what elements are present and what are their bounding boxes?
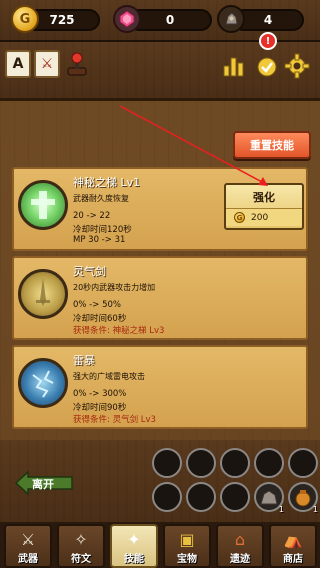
item-slot[interactable]: [254, 448, 284, 478]
tab-label: 商店: [283, 554, 303, 565]
item-count: 1: [278, 505, 284, 514]
tab-label: 技能: [124, 554, 144, 565]
tab-label: 宝物: [177, 554, 197, 565]
item-slot[interactable]: [220, 482, 250, 512]
item-slot[interactable]: [152, 448, 182, 478]
tab-weapon[interactable]: ⚔ 武器: [4, 524, 52, 568]
skill-icon: ✦: [127, 530, 141, 549]
leave-button[interactable]: 离开: [14, 470, 74, 496]
tab-label: 符文: [71, 554, 91, 565]
tab-treasure[interactable]: ▣ 宝物: [163, 524, 211, 568]
ruins-icon: ⌂: [234, 530, 246, 549]
tab-shop[interactable]: ⛺ 商店: [269, 524, 317, 568]
inventory-area: 离开 1 1: [0, 440, 320, 522]
item-slot[interactable]: [186, 448, 216, 478]
rune-icon: ✧: [74, 530, 88, 549]
item-slot-ore[interactable]: 1: [254, 482, 284, 514]
tab-label: 武器: [18, 554, 38, 565]
item-slot[interactable]: [186, 482, 216, 512]
tab-ruins[interactable]: ⌂ 遗迹: [216, 524, 264, 568]
leave-label: 离开: [32, 478, 54, 491]
shop-icon: ⛺: [283, 530, 303, 549]
item-slot[interactable]: [288, 448, 318, 478]
tab-skill[interactable]: ✦ 技能: [110, 524, 158, 568]
tab-label: 遗迹: [230, 554, 250, 565]
tab-rune[interactable]: ✧ 符文: [57, 524, 105, 568]
treasure-chest-icon: ▣: [179, 530, 195, 549]
item-slot[interactable]: [152, 482, 182, 512]
item-count: 1: [312, 505, 318, 514]
bottom-nav: ⚔ 武器 ✧ 符文 ✦ 技能 ▣ 宝物 ⌂ 遗迹 ⛺ 商店: [0, 522, 320, 568]
item-slot-pouch[interactable]: 1: [288, 482, 318, 514]
crossed-swords-icon: ⚔: [20, 530, 36, 549]
item-slot[interactable]: [220, 448, 250, 478]
